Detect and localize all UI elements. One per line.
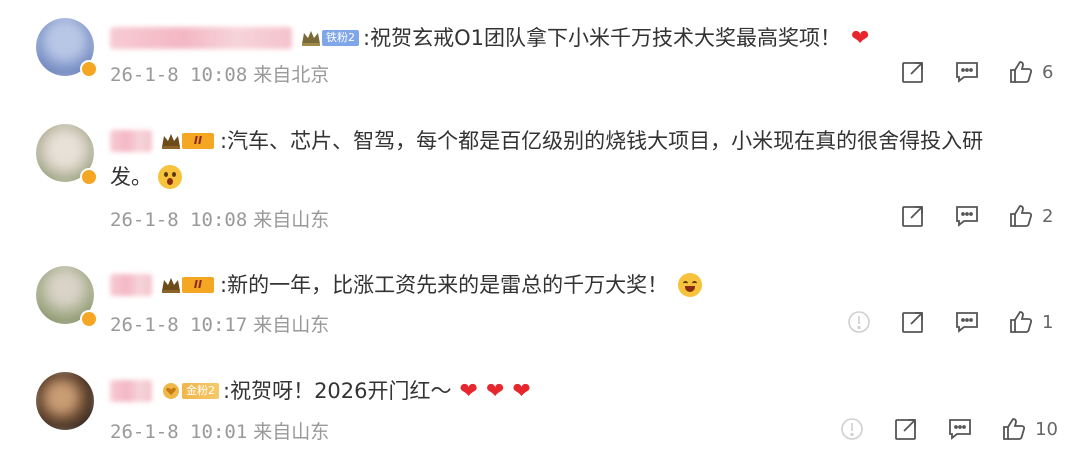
share-icon — [902, 62, 923, 83]
comment-actions: 10 — [839, 416, 1058, 442]
comment-item: II :新的一年，比涨工资先来的是雷总的千万大奖！ 26-1-8 10:17 来自… — [0, 260, 1080, 360]
comment-item: 铁粉2 :祝贺玄戒O1团队拿下小米千万技术大奖最高奖项！ ❤ 26-1-8 10… — [0, 0, 1080, 110]
comment-date: 26-1-8 10:08 — [110, 209, 248, 231]
comment-meta: 26-1-8 10:08 来自北京 — [110, 60, 329, 87]
share-button[interactable] — [893, 416, 919, 442]
comment-text: :祝贺玄戒O1团队拿下小米千万技术大奖最高奖项！ — [363, 26, 841, 50]
comment-location: 来自山东 — [253, 314, 330, 336]
heart-emoji-icon: ❤ — [459, 378, 478, 404]
reply-button[interactable] — [954, 59, 980, 85]
share-icon — [895, 419, 916, 440]
fan-badge-label: II — [182, 277, 214, 293]
verified-badge-icon — [80, 168, 98, 186]
avatar[interactable] — [36, 372, 94, 430]
report-button[interactable] — [839, 416, 865, 442]
thumbs-up-icon — [1003, 418, 1026, 440]
comment-date: 26-1-8 10:08 — [110, 64, 248, 86]
comment-icon — [956, 312, 978, 333]
comment-icon — [956, 206, 978, 227]
comment-date: 26-1-8 10:17 — [110, 314, 248, 336]
fan-heart-icon — [163, 383, 179, 399]
tears-of-joy-face-icon — [678, 273, 703, 297]
comment-location: 来自山东 — [253, 421, 330, 443]
username[interactable] — [110, 27, 292, 49]
heart-emoji-icon: ❤ — [850, 25, 870, 51]
fan-badge-label: 铁粉2 — [322, 30, 359, 46]
surprised-face-icon — [158, 165, 182, 189]
fan-badge[interactable]: 金粉2 — [160, 381, 219, 401]
like-button[interactable] — [1008, 59, 1034, 85]
comment-location: 来自山东 — [253, 209, 330, 231]
comment-item: II :汽车、芯片、智驾，每个都是百亿级别的烧钱大项目，小米现在真的很舍得投入研… — [0, 110, 1080, 260]
comment-date: 26-1-8 10:01 — [110, 421, 248, 443]
share-button[interactable] — [900, 59, 926, 85]
share-icon — [902, 312, 923, 333]
comment-text: :汽车、芯片、智驾，每个都是百亿级别的烧钱大项目，小米现在真的很舍得投入研 — [220, 129, 984, 153]
report-button[interactable] — [846, 309, 872, 335]
username[interactable] — [110, 130, 152, 152]
share-icon — [902, 206, 923, 227]
alert-icon — [841, 418, 863, 440]
username[interactable] — [110, 274, 152, 296]
comment-actions: 1 — [846, 309, 1058, 335]
comment-icon — [956, 62, 978, 83]
fan-badge-label: 金粉2 — [182, 383, 219, 399]
comment-icon — [949, 419, 971, 440]
reply-button[interactable] — [954, 309, 980, 335]
fan-badge[interactable]: 铁粉2 — [300, 28, 359, 48]
reply-button[interactable] — [947, 416, 973, 442]
comment-text: :祝贺呀！2026开门红～ — [223, 379, 452, 403]
heart-emoji-icon: ❤ — [485, 378, 505, 404]
verified-badge-icon — [80, 310, 98, 328]
crown-icon — [302, 31, 320, 46]
comment-meta: 26-1-8 10:01 来自山东 — [110, 417, 329, 444]
like-count: 6 — [1042, 61, 1054, 83]
comment-location: 来自北京 — [253, 64, 330, 86]
comment-actions: 6 — [872, 59, 1058, 85]
reply-button[interactable] — [954, 203, 980, 229]
comment-item: 金粉2 :祝贺呀！2026开门红～ ❤ ❤ ❤ 26-1-8 10:01 来自山东… — [0, 360, 1080, 449]
thumbs-up-icon — [1010, 311, 1033, 333]
like-count: 10 — [1035, 418, 1058, 440]
alert-icon — [848, 311, 870, 333]
like-count: 2 — [1042, 205, 1054, 227]
thumbs-up-icon — [1010, 205, 1033, 227]
username[interactable] — [110, 380, 152, 402]
fan-badge-label: II — [182, 133, 214, 149]
comment-text-continued: 发。 — [110, 165, 152, 189]
comment-meta: 26-1-8 10:08 来自山东 — [110, 205, 329, 232]
comment-actions: 2 — [872, 203, 1058, 229]
share-button[interactable] — [900, 203, 926, 229]
share-button[interactable] — [900, 309, 926, 335]
like-button[interactable] — [1008, 203, 1034, 229]
heart-emoji-icon: ❤ — [512, 378, 531, 404]
like-button[interactable] — [1008, 309, 1034, 335]
comment-text: :新的一年，比涨工资先来的是雷总的千万大奖！ — [220, 273, 669, 297]
fan-badge[interactable]: II — [160, 131, 214, 151]
verified-badge-icon — [80, 60, 98, 78]
fan-badge[interactable]: II — [160, 275, 214, 295]
like-button[interactable] — [1001, 416, 1027, 442]
like-count: 1 — [1042, 311, 1054, 333]
thumbs-up-icon — [1010, 61, 1033, 83]
crown-icon — [162, 134, 180, 149]
comment-meta: 26-1-8 10:17 来自山东 — [110, 310, 329, 337]
crown-icon — [162, 278, 180, 293]
